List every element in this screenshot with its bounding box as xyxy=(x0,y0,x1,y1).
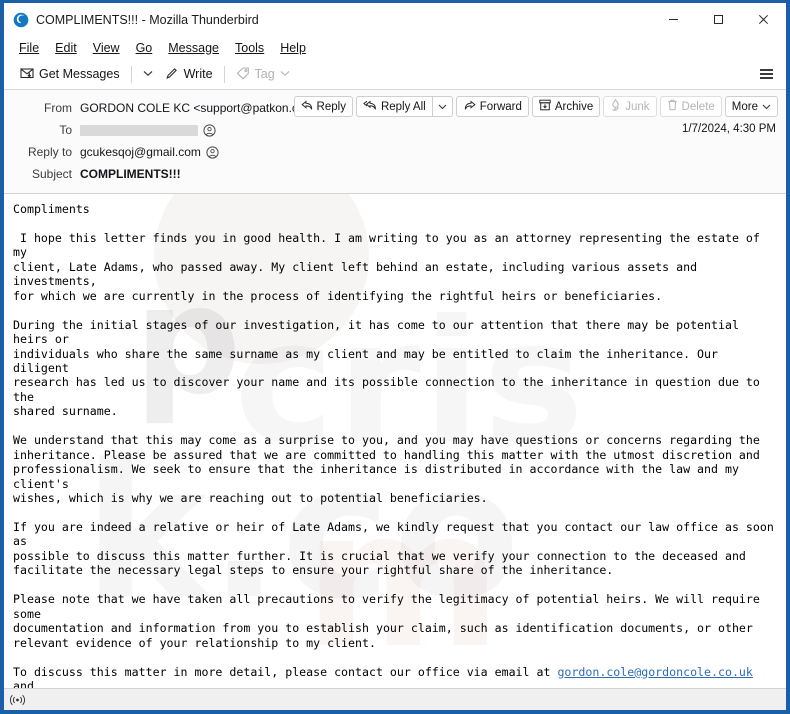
header-row-to: To xyxy=(4,119,786,141)
add-contact-icon[interactable] xyxy=(203,123,216,137)
menu-item-go[interactable]: Go xyxy=(129,39,160,57)
tag-label: Tag xyxy=(254,67,275,81)
to-label: To xyxy=(59,123,72,137)
write-button[interactable]: Write xyxy=(159,63,219,86)
to-value-redacted[interactable] xyxy=(80,124,198,136)
reply-to-value[interactable]: gcukesqoj@gmail.com xyxy=(80,145,201,159)
reply-all-button[interactable]: Reply All xyxy=(355,96,432,117)
menu-item-view[interactable]: View xyxy=(86,39,127,57)
title-bar: COMPLIMENTS!!! - Mozilla Thunderbird xyxy=(4,3,786,36)
menu-item-message[interactable]: Message xyxy=(161,39,226,57)
envelope-download-icon xyxy=(20,66,34,83)
chevron-down-icon xyxy=(762,102,771,112)
menu-item-edit[interactable]: Edit xyxy=(48,39,84,57)
reply-all-arrow-icon xyxy=(363,99,377,114)
get-messages-button[interactable]: Get Messages xyxy=(14,63,126,86)
add-contact-icon[interactable] xyxy=(206,145,219,159)
get-messages-dropdown[interactable] xyxy=(137,66,159,82)
chevron-down-icon xyxy=(438,102,447,112)
tag-button[interactable]: Tag xyxy=(230,63,296,86)
window-title: COMPLIMENTS!!! - Mozilla Thunderbird xyxy=(36,12,259,27)
subject-value-wrap: COMPLIMENTS!!! xyxy=(80,167,181,181)
menu-item-view-label: View xyxy=(92,40,120,55)
maximize-button[interactable] xyxy=(696,3,741,36)
junk-button[interactable]: Junk xyxy=(603,96,657,117)
chevron-down-icon xyxy=(143,69,153,79)
window-controls xyxy=(651,3,786,36)
junk-label: Junk xyxy=(625,100,650,113)
message-body: p cris k.co m Compliments I hope this le… xyxy=(4,194,786,688)
menu-item-help[interactable]: Help xyxy=(273,39,313,57)
menu-item-go-label: Go xyxy=(135,40,153,55)
window-inner: COMPLIMENTS!!! - Mozilla Thunderbird Fil… xyxy=(4,3,786,710)
archive-button[interactable]: Archive xyxy=(531,96,601,117)
forward-arrow-icon xyxy=(463,99,476,114)
message-actions-toolbar: Reply Reply All Forward Archive Junk Del… xyxy=(293,96,778,117)
menu-item-message-label: Message xyxy=(168,40,219,55)
message-header: Reply Reply All Forward Archive Junk Del… xyxy=(4,90,786,194)
toolbar-separator-2 xyxy=(223,65,225,83)
trash-icon xyxy=(667,99,678,114)
hamburger-menu-icon-bar3 xyxy=(760,77,773,79)
hamburger-menu-icon xyxy=(760,69,773,71)
reply-button[interactable]: Reply xyxy=(293,96,353,117)
reply-label: Reply xyxy=(316,100,346,113)
menu-bar: File Edit View Go Message Tools Help xyxy=(4,36,786,59)
menu-item-file[interactable]: File xyxy=(12,39,46,57)
menu-item-help-label: Help xyxy=(280,40,306,55)
reply-all-group: Reply All xyxy=(355,96,453,117)
pencil-icon xyxy=(165,66,179,83)
tag-icon xyxy=(236,66,250,83)
header-row-reply-to: Reply to gcukesqoj@gmail.com xyxy=(4,141,786,163)
menu-item-tools-label: Tools xyxy=(235,40,265,55)
menu-item-tools[interactable]: Tools xyxy=(228,39,271,57)
message-date: 1/7/2024, 4:30 PM xyxy=(682,123,776,135)
delete-button[interactable]: Delete xyxy=(659,96,722,117)
more-label: More xyxy=(731,100,758,113)
reply-all-dropdown[interactable] xyxy=(431,96,453,117)
close-button[interactable] xyxy=(741,3,786,36)
forward-button[interactable]: Forward xyxy=(455,96,529,117)
title-bar-left: COMPLIMENTS!!! - Mozilla Thunderbird xyxy=(4,12,259,28)
network-signal-icon xyxy=(10,694,25,706)
forward-label: Forward xyxy=(479,100,522,113)
from-label: From xyxy=(44,101,72,115)
message-body-text: Compliments I hope this letter finds you… xyxy=(13,202,774,688)
delete-label: Delete xyxy=(681,100,715,113)
get-messages-label: Get Messages xyxy=(39,67,120,81)
toolbar-separator-1 xyxy=(130,65,132,83)
archive-label: Archive xyxy=(554,100,594,113)
main-toolbar: Get Messages Write Tag xyxy=(4,59,786,90)
reply-to-value-wrap: gcukesqoj@gmail.com xyxy=(80,145,219,159)
thunderbird-logo-icon xyxy=(13,12,29,28)
subject-label: Subject xyxy=(31,167,72,181)
to-value-wrap xyxy=(80,123,216,137)
menu-item-file-label: File xyxy=(19,40,40,55)
write-label: Write xyxy=(183,67,213,81)
email-link-primary[interactable]: gordon.cole@gordoncole.co.uk xyxy=(557,665,752,679)
reply-arrow-icon xyxy=(300,99,313,114)
from-value[interactable]: GORDON COLE KC <support@patkon.com> xyxy=(80,101,322,115)
chevron-down-icon xyxy=(280,69,290,79)
menu-item-edit-label: Edit xyxy=(55,40,77,55)
minimize-button[interactable] xyxy=(651,3,696,36)
status-bar xyxy=(4,688,786,710)
app-menu-button[interactable] xyxy=(753,65,780,83)
reply-to-label: Reply to xyxy=(27,145,72,159)
more-button[interactable]: More xyxy=(724,96,778,117)
archive-box-icon xyxy=(539,99,551,114)
hamburger-menu-icon-bar2 xyxy=(760,73,773,75)
subject-value: COMPLIMENTS!!! xyxy=(80,167,181,181)
thunderbird-window: COMPLIMENTS!!! - Mozilla Thunderbird Fil… xyxy=(0,0,790,714)
reply-all-label: Reply All xyxy=(380,100,426,113)
header-row-subject: Subject COMPLIMENTS!!! xyxy=(4,163,786,185)
flame-icon xyxy=(610,98,621,114)
